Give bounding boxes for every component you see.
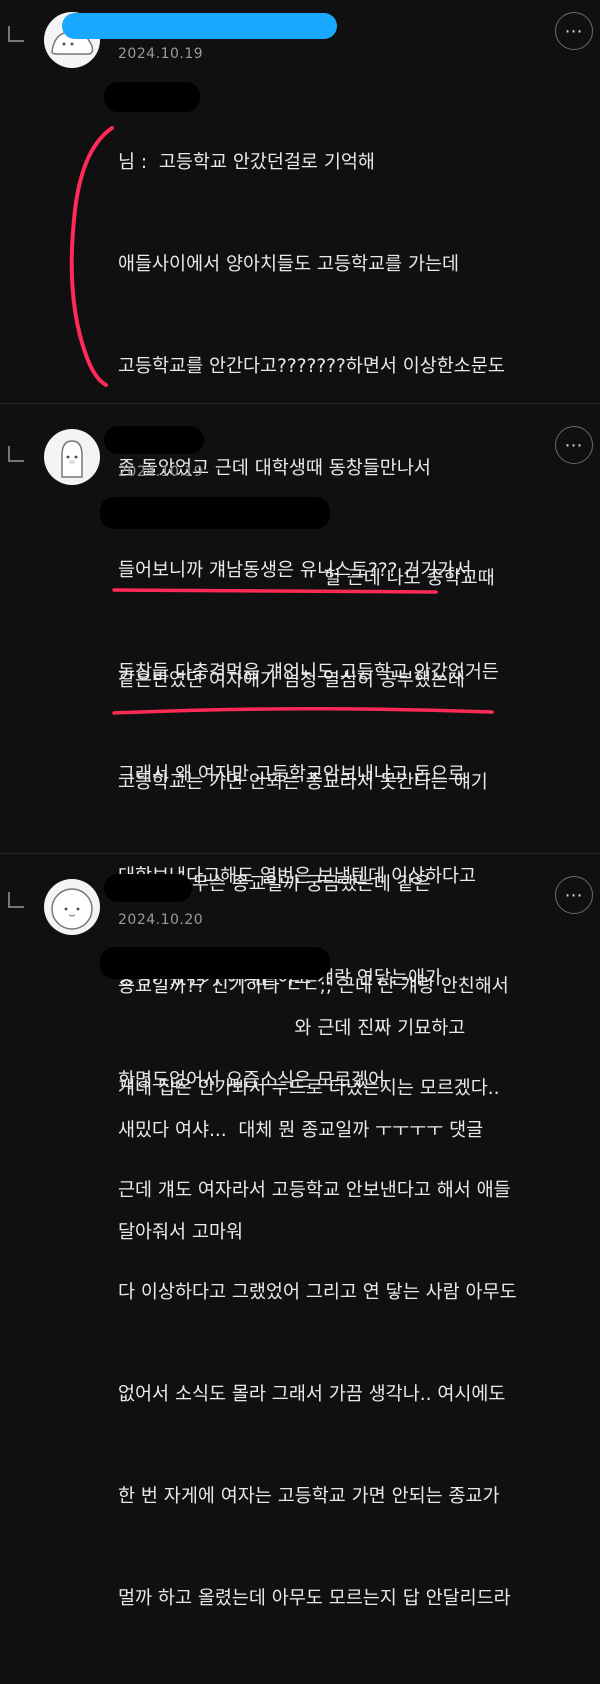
more-icon: ⋯ [564,884,584,906]
comment-line: 고등학교는 가면 안되는 종교라서 못간다는 얘기 [118,772,488,793]
username-highlight [62,13,337,39]
reply-indent-icon [8,26,24,42]
comment-date: 2024.10.19 [118,464,204,480]
more-options-button[interactable]: ⋯ [555,12,593,50]
redaction-mark [104,82,200,112]
more-options-button[interactable]: ⋯ [555,426,593,464]
comment-date: 2024.10.20 [118,912,204,928]
comment-line: 헐 근데 나도 중학교때 [118,568,495,589]
more-icon: ⋯ [564,20,584,42]
redaction-mark [100,497,330,529]
avatar[interactable] [44,429,100,485]
more-options-button[interactable]: ⋯ [555,876,593,914]
comment-1: 2024.10.19 ⋯ 님 : 고등학교 안갔던걸로 기억해 애들사이에서 양… [0,0,600,1091]
comment-line: 같은반였던 여자애가 엄청 열심히 공부했는데 [118,670,465,691]
reply-indent-icon [8,446,24,462]
comment-body: 와 근데 진짜 기묘하고 새밌다 여샤... 대체 뭔 종교일까 ㅜㅜㅜㅜ 댓글… [118,944,588,1318]
comment-date: 2024.10.19 [118,46,204,62]
comment-2: 2024.10.19 ⋯ 헐 근데 나도 중학교때 같은반였던 여자애가 엄청 … [0,403,600,1609]
comment-line: 달아줘서 고마워 [118,1222,244,1243]
reply-indent-icon [8,892,24,908]
comment-line: 멀까 하고 올렸는데 아무도 모르는지 답 안달리드라 [118,1588,511,1609]
comment-line: 와 근데 진짜 기묘하고 [118,1018,466,1039]
comment-line: 없어서 소식도 몰라 그래서 가끔 생각나.. 여시에도 [118,1384,506,1405]
username-redaction [104,426,204,454]
redaction-mark [100,947,330,979]
comment-line: 고등학교를 안간다고???????하면서 이상한소문도 [118,356,505,377]
comment-line: 애들사이에서 양아치들도 고등학교를 가는데 [118,254,460,275]
comment-line: 님 : 고등학교 안갔던걸로 기억해 [118,152,375,173]
more-icon: ⋯ [564,434,584,456]
comment-line: 한 번 자게에 여자는 고등학교 가면 안되는 종교가 [118,1486,500,1507]
comment-line: 새밌다 여샤... 대체 뭔 종교일까 ㅜㅜㅜㅜ 댓글 [118,1120,484,1141]
avatar[interactable] [44,879,100,935]
username-redaction [104,874,192,902]
comment-3: 2024.10.20 ⋯ 와 근데 진짜 기묘하고 새밌다 여샤... 대체 뭔… [0,853,600,1243]
